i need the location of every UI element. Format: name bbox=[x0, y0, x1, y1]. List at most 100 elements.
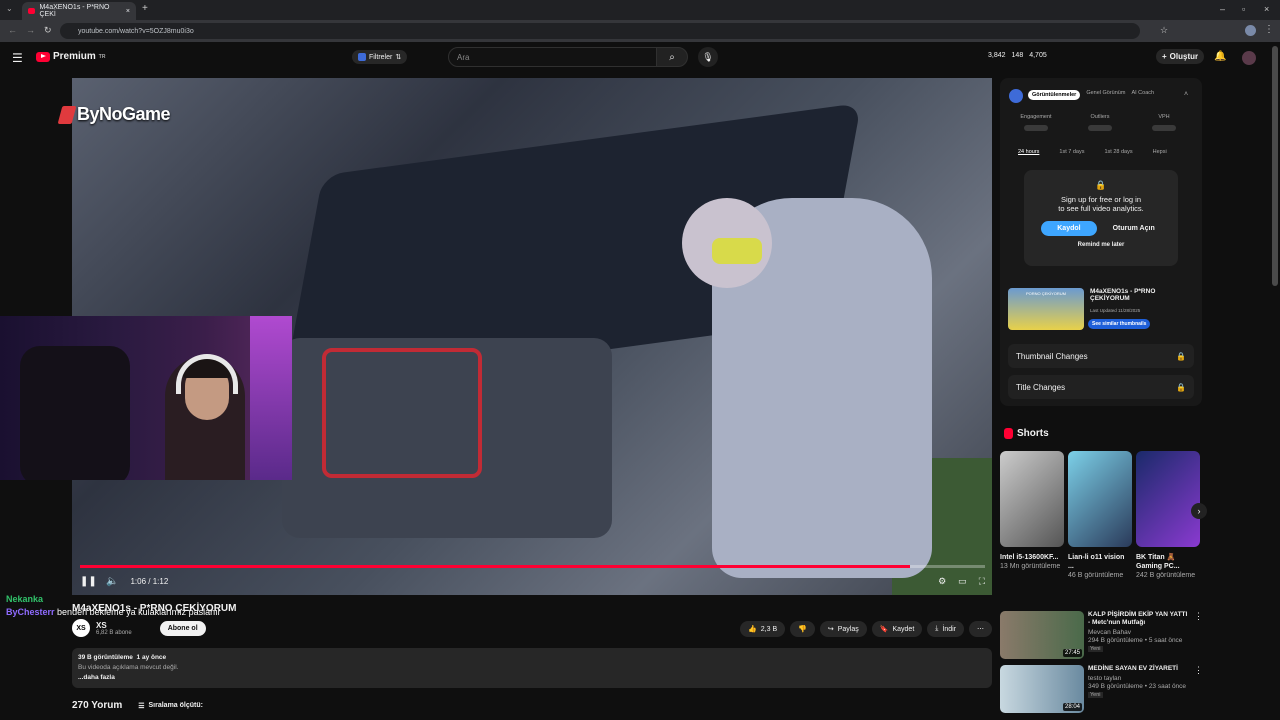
metric-outliers: Outliers bbox=[1080, 114, 1120, 136]
url-field[interactable]: youtube.com/watch?v=5OZJ8mu0i3o bbox=[60, 23, 1140, 39]
close-tab-icon[interactable]: × bbox=[126, 8, 130, 15]
card-thumbnail[interactable]: PORNO ÇEKİYORUM bbox=[1008, 288, 1084, 330]
new-tab-icon[interactable]: + bbox=[142, 3, 148, 14]
title-changes-row[interactable]: Title Changes 🔒 bbox=[1008, 375, 1194, 399]
browser-tab[interactable]: M4aXENO1s - P*RNO ÇEKİ × bbox=[22, 2, 136, 20]
voice-search-button[interactable]: 🎙 bbox=[698, 47, 718, 67]
collapse-chevron-icon[interactable]: ˄ bbox=[1184, 91, 1188, 98]
extension-logo-icon bbox=[1009, 89, 1023, 103]
rec-more-icon[interactable]: ⋮ bbox=[1194, 611, 1203, 622]
search-button[interactable]: ⌕ bbox=[656, 47, 688, 67]
close-window-icon[interactable]: × bbox=[1264, 4, 1269, 14]
rec-channel[interactable]: Mevcan Bahav bbox=[1088, 629, 1188, 637]
create-button[interactable]: + Oluştur bbox=[1156, 49, 1205, 64]
browser-menu-icon[interactable]: ⋮ bbox=[1264, 24, 1274, 35]
card-title: M4aXENO1s - P*RNO ÇEKİYORUM bbox=[1090, 288, 1156, 302]
signup-button[interactable]: Kaydol bbox=[1041, 221, 1097, 236]
subscribe-button[interactable]: Abone ol bbox=[159, 620, 206, 636]
dislike-button[interactable]: 👎 bbox=[790, 621, 815, 637]
maximize-icon[interactable]: ▫ bbox=[1242, 4, 1245, 14]
login-button[interactable]: Oturum Açın bbox=[1107, 221, 1161, 236]
pause-icon[interactable]: ❚❚ bbox=[80, 576, 97, 587]
filters-label: Filtreler bbox=[369, 53, 393, 61]
settings-gear-icon[interactable]: ⚙ bbox=[938, 576, 946, 587]
shorts-next-icon[interactable]: › bbox=[1191, 503, 1207, 519]
tab-menu-icon[interactable]: ⌄ bbox=[6, 4, 13, 13]
sliders-icon: ⇅ bbox=[395, 54, 402, 61]
short-thumb-3[interactable] bbox=[1136, 451, 1200, 547]
fullscreen-icon[interactable]: ⛶ bbox=[979, 576, 985, 587]
stat-2: 148 bbox=[1011, 52, 1024, 59]
channel-watermark: ByNoGame bbox=[57, 104, 171, 125]
remind-later-link[interactable]: Remind me later bbox=[1024, 242, 1178, 248]
filters-button[interactable]: Filtreler ⇅ bbox=[352, 50, 408, 64]
range-7d[interactable]: 1st 7 days bbox=[1059, 149, 1084, 155]
rec-meta: 349 B görüntüleme • 23 saat önce bbox=[1088, 683, 1187, 690]
thumbs-down-icon: 👎 bbox=[798, 626, 807, 633]
thumbnail-changes-row[interactable]: Thumbnail Changes 🔒 bbox=[1008, 344, 1194, 368]
bookmark-icon: 🔖 bbox=[879, 626, 889, 633]
player-controls: ❚❚ 🔈 1:06 / 1:12 ⚙ ▭ ⛶ bbox=[80, 571, 985, 591]
description-text: Bu videoda açıklama mevcut değil. bbox=[78, 664, 179, 671]
volume-icon[interactable]: 🔈 bbox=[106, 576, 118, 587]
miniplayer-icon[interactable]: ▭ bbox=[958, 576, 967, 587]
range-tabs: 24 hours 1st 7 days 1st 28 days Hepsi bbox=[1018, 149, 1167, 155]
logo-region: TR bbox=[98, 53, 106, 60]
shorts-heading: Shorts bbox=[1004, 428, 1049, 439]
tab-ai-coach[interactable]: AI Coach bbox=[1131, 90, 1154, 100]
microphone-icon: 🎙 bbox=[702, 51, 714, 62]
channel-name[interactable]: XS bbox=[96, 621, 132, 630]
bynogame-logo-icon bbox=[57, 105, 77, 124]
rec-more-icon[interactable]: ⋮ bbox=[1194, 665, 1203, 676]
rec-channel[interactable]: testo taylan bbox=[1088, 675, 1188, 683]
profile-avatar-icon[interactable] bbox=[1245, 25, 1256, 36]
rec-video-1[interactable]: 27:45 KALP PİŞİRDİM EKİP YAN YATTI - Met… bbox=[1000, 611, 1203, 661]
short-caption-3[interactable]: BK Titan 🧸 Gaming PC... 242 B görüntüleme bbox=[1136, 553, 1200, 580]
save-button[interactable]: 🔖 Kaydet bbox=[871, 621, 923, 637]
similar-thumbnails-button[interactable]: See similar thumbnails bbox=[1088, 319, 1151, 329]
range-24h[interactable]: 24 hours bbox=[1018, 149, 1039, 155]
subscriber-count: 6,82 B abone bbox=[96, 629, 132, 636]
search-input[interactable]: Ara bbox=[448, 47, 658, 67]
sort-button[interactable]: ☰ Sıralama ölçütü: bbox=[138, 702, 203, 710]
video-title: M4aXENO1s - P*RNO ÇEKİYORUM bbox=[72, 603, 237, 614]
forward-icon[interactable]: → bbox=[26, 25, 35, 35]
tab-views[interactable]: Görüntülenmeler bbox=[1028, 90, 1081, 100]
youtube-logo[interactable]: Premium TR bbox=[36, 51, 105, 62]
tab-overview[interactable]: Genel Görünüm bbox=[1086, 90, 1125, 100]
short-thumb-2[interactable] bbox=[1068, 451, 1132, 547]
hamburger-menu-icon[interactable]: ☰ bbox=[12, 51, 23, 65]
analytics-tabs: Görüntülenmeler Genel Görünüm AI Coach bbox=[1028, 90, 1154, 100]
share-icon: ↪ bbox=[827, 626, 834, 633]
reload-icon[interactable]: ↻ bbox=[44, 25, 52, 36]
range-all[interactable]: Hepsi bbox=[1153, 149, 1167, 155]
rec-video-2[interactable]: 28:04 MEDİNE SAYAN EV ZİYARETİ testo tay… bbox=[1000, 665, 1203, 715]
short-caption-1[interactable]: Intel i5-13600KF... 13 Mn görüntüleme bbox=[1000, 553, 1064, 571]
streamer-webcam bbox=[0, 316, 292, 480]
notifications-bell-icon[interactable]: 🔔 bbox=[1214, 51, 1226, 62]
range-28d[interactable]: 1st 28 days bbox=[1104, 149, 1132, 155]
back-icon[interactable]: ← bbox=[8, 25, 17, 35]
description-box[interactable]: 39 B görüntüleme 1 ay önce Bu videoda aç… bbox=[72, 648, 992, 688]
view-count: 39 B görüntüleme bbox=[78, 654, 133, 661]
more-actions-button[interactable]: ⋯ bbox=[969, 621, 992, 637]
upload-age: 1 ay önce bbox=[136, 654, 167, 661]
header-stats: 3,842 148 4,705 bbox=[988, 52, 1047, 59]
short-caption-2[interactable]: Lian-li o11 vision ... 46 B görüntüleme bbox=[1068, 553, 1132, 580]
youtube-favicon-icon bbox=[28, 8, 36, 14]
download-button[interactable]: ⤓ İndir bbox=[927, 621, 964, 637]
bookmark-star-icon[interactable]: ☆ bbox=[1160, 25, 1168, 36]
minimize-icon[interactable]: – bbox=[1220, 4, 1225, 14]
short-thumb-1[interactable] bbox=[1000, 451, 1064, 547]
youtube-play-icon bbox=[36, 51, 50, 62]
progress-bar[interactable] bbox=[80, 565, 985, 568]
share-button[interactable]: ↪ Paylaş bbox=[819, 621, 867, 637]
shorts-icon bbox=[1004, 428, 1013, 439]
account-avatar[interactable] bbox=[1242, 51, 1256, 65]
address-bar-row: ← → ↻ youtube.com/watch?v=5OZJ8mu0i3o ☆ … bbox=[0, 20, 1280, 42]
channel-avatar[interactable]: XS bbox=[72, 619, 90, 637]
more-icon: ⋯ bbox=[977, 626, 984, 633]
show-more-link[interactable]: ...daha fazla bbox=[78, 673, 986, 683]
page-scrollbar[interactable] bbox=[1272, 46, 1278, 286]
like-button[interactable]: 👍 2,3 B bbox=[740, 621, 786, 637]
